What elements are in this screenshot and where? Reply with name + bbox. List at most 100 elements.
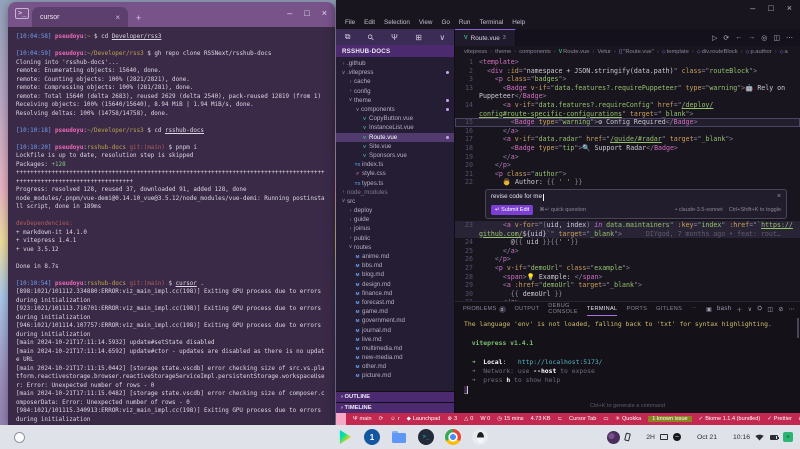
tree-item-Route.vue[interactable]: VRoute.vue xyxy=(336,133,454,142)
tree-item-blog.md[interactable]: Mblog.md xyxy=(336,270,454,279)
breadcrumb-item[interactable]: components xyxy=(519,49,551,55)
quick-question-button[interactable]: ⌘↵ quick question xyxy=(539,206,586,215)
dropdown-icon[interactable]: ∨ xyxy=(748,306,753,313)
more-icon[interactable]: ⋯ xyxy=(789,306,795,313)
tree-item-InstanceList.vue[interactable]: VInstanceList.vue xyxy=(336,123,454,132)
source-control-icon[interactable]: Ψ xyxy=(391,33,398,42)
code-editor[interactable]: 1<template>2 <div :id="namespace + JSON.… xyxy=(455,57,800,301)
panel-tab-terminal[interactable]: TERMINAL xyxy=(587,302,618,316)
close-tab-icon[interactable]: × xyxy=(115,13,120,22)
menu-view[interactable]: View xyxy=(419,19,433,26)
run-below-icon[interactable]: ◎ xyxy=(761,34,767,42)
breadcrumb-item[interactable]: VRoute.vue xyxy=(559,49,590,55)
integrated-terminal[interactable]: The language 'env' is not loaded, fallin… xyxy=(455,316,800,403)
panel-tab-problems[interactable]: PROBLEMS3 xyxy=(463,302,506,316)
tree-item-config[interactable]: ›config xyxy=(336,87,454,96)
tree-item-Sponsors.vue[interactable]: VSponsors.vue xyxy=(336,151,454,160)
shelf-app-play-store[interactable] xyxy=(337,429,353,445)
status-0[interactable]: △0 xyxy=(464,416,473,422)
breadcrumb-item[interactable]: ◇p.author xyxy=(746,49,772,55)
maximize-icon[interactable]: □ xyxy=(304,8,309,18)
tree-item-anime.md[interactable]: Manime.md xyxy=(336,252,454,261)
submit-edit-button[interactable]: ↵ Submit Edit xyxy=(491,205,533,216)
remote-indicator[interactable] xyxy=(336,413,346,425)
tree-item-src[interactable]: ∨src xyxy=(336,197,454,206)
tree-item-government.md[interactable]: Mgovernment.md xyxy=(336,316,454,325)
breadcrumb-item[interactable]: ◇a xyxy=(780,49,788,55)
status-3[interactable]: ⊗3 xyxy=(447,416,457,422)
tree-item-CopyButton.vue[interactable]: VCopyButton.vue xyxy=(336,114,454,123)
tree-item-finance.md[interactable]: Mfinance.md xyxy=(336,289,454,298)
tree-item-style.css[interactable]: #style.css xyxy=(336,169,454,178)
loop-icon[interactable]: ⟳ xyxy=(723,34,729,42)
status-paperclip[interactable]: ⊂ xyxy=(558,416,563,422)
shelf-app-linux-penguin[interactable] xyxy=(472,429,488,445)
tree-item-cache[interactable]: ›cache xyxy=(336,77,454,86)
status-4-73-kb[interactable]: 4.73 KB xyxy=(531,416,551,422)
breadcrumb-item[interactable]: Vetur xyxy=(597,49,611,55)
status-main[interactable]: Ψmain xyxy=(353,416,372,422)
close-icon[interactable]: × xyxy=(787,3,792,13)
tree-item-components[interactable]: ∨components xyxy=(336,105,454,114)
tree-item-live.md[interactable]: Mlive.md xyxy=(336,335,454,344)
panel-tab-output[interactable]: OUTPUT xyxy=(515,302,540,316)
breadcrumb-item[interactable]: {}"Route.vue" xyxy=(619,49,654,55)
status-prettier[interactable]: ✓Prettier xyxy=(767,416,792,422)
tree-item-bbs.md[interactable]: Mbbs.md xyxy=(336,261,454,270)
tree-item-design.md[interactable]: Mdesign.md xyxy=(336,280,454,289)
breadcrumb-item[interactable]: ◇div.routeBlock xyxy=(697,49,738,55)
status-quokka[interactable]: ✳Quokka xyxy=(615,416,641,422)
tree-item-guide[interactable]: ›guide xyxy=(336,215,454,224)
status-1-known-issue[interactable]: 1 known issue xyxy=(648,416,691,422)
menu-file[interactable]: File xyxy=(345,19,355,26)
tree-item-other.md[interactable]: Mother.md xyxy=(336,362,454,371)
tree-item-game.md[interactable]: Mgame.md xyxy=(336,307,454,316)
panel-tab-debug console[interactable]: DEBUG CONSOLE xyxy=(548,302,577,316)
run-icon[interactable]: ▷ xyxy=(712,34,717,42)
inline-chat-input[interactable]: revise code for me xyxy=(491,193,542,202)
sidebar-section-timeline[interactable]: › TIMELINE xyxy=(336,402,454,413)
status-launchpad[interactable]: ◆Launchpad xyxy=(407,416,441,422)
tree-item-deploy[interactable]: ›deploy xyxy=(336,206,454,215)
tree-item-picture.md[interactable]: Mpicture.md xyxy=(336,371,454,380)
tree-item-forecast.md[interactable]: Mforecast.md xyxy=(336,298,454,307)
breadcrumb-item[interactable]: theme xyxy=(495,49,511,55)
tree-item-.vitepress[interactable]: ∨.vitepress xyxy=(336,68,454,77)
shelf-app-onepassword[interactable]: 1 xyxy=(364,429,380,445)
more-icon[interactable]: ⋯ xyxy=(786,34,793,42)
search-icon[interactable]: ⚲ xyxy=(366,32,377,43)
tree-item-routes[interactable]: ∨routes xyxy=(336,243,454,252)
close-icon[interactable]: × xyxy=(777,193,781,202)
menu-run[interactable]: Run xyxy=(459,19,471,26)
breadcrumb-item[interactable]: vitepress xyxy=(464,49,487,55)
minimize-icon[interactable]: – xyxy=(287,8,292,18)
status-15-mins[interactable]: ◷15 mins xyxy=(497,416,523,422)
menu-selection[interactable]: Selection xyxy=(384,19,410,26)
tree-item-index.ts[interactable]: TSindex.ts xyxy=(336,160,454,169)
sidebar-section-outline[interactable]: › OUTLINE xyxy=(336,391,454,402)
tree-item-joinus[interactable]: ›joinus xyxy=(336,224,454,233)
status-sync[interactable]: ⟳ xyxy=(379,416,384,422)
launcher-button[interactable] xyxy=(14,432,25,443)
back-icon[interactable]: ← xyxy=(735,34,742,42)
new-terminal-icon[interactable]: ＋ xyxy=(736,305,742,314)
system-tray[interactable]: 2H – Oct 21 10:16 ‹› xyxy=(607,425,793,449)
status-biome-1-1-4-bundled-[interactable]: ✓Biome 1.1.4 (bundled) xyxy=(699,416,761,422)
tree-item-multimedia.md[interactable]: Mmultimedia.md xyxy=(336,344,454,353)
close-icon[interactable]: × xyxy=(322,8,327,18)
tree-item-journal.md[interactable]: Mjournal.md xyxy=(336,325,454,334)
tree-item-Site.vue[interactable]: VSite.vue xyxy=(336,142,454,151)
new-tab-icon[interactable]: + xyxy=(136,13,141,23)
split-editor-icon[interactable]: ◫ xyxy=(773,34,780,42)
split-icon[interactable]: ◫ xyxy=(767,306,773,313)
panel-tab-ports[interactable]: PORTS xyxy=(626,302,647,316)
model-selector[interactable]: • claude-3.5-sonnet xyxy=(675,206,722,215)
sidebar-root-header[interactable]: RSSHUB-DOCS xyxy=(336,45,454,57)
chevron-down-icon[interactable]: ∨ xyxy=(439,33,445,42)
tab-route-vue[interactable]: V Route.vue 3 xyxy=(455,29,516,46)
shelf-app-terminal[interactable]: >_ xyxy=(418,429,434,445)
tree-item-theme[interactable]: ∨theme xyxy=(336,96,454,105)
terminal-output[interactable]: [10:04:58] pseudoyu:~ $ cd Developer/rss… xyxy=(8,27,335,425)
tree-item-node_modules[interactable]: ›node_modules xyxy=(336,188,454,197)
status-w-0[interactable]: W 0 xyxy=(480,416,490,422)
